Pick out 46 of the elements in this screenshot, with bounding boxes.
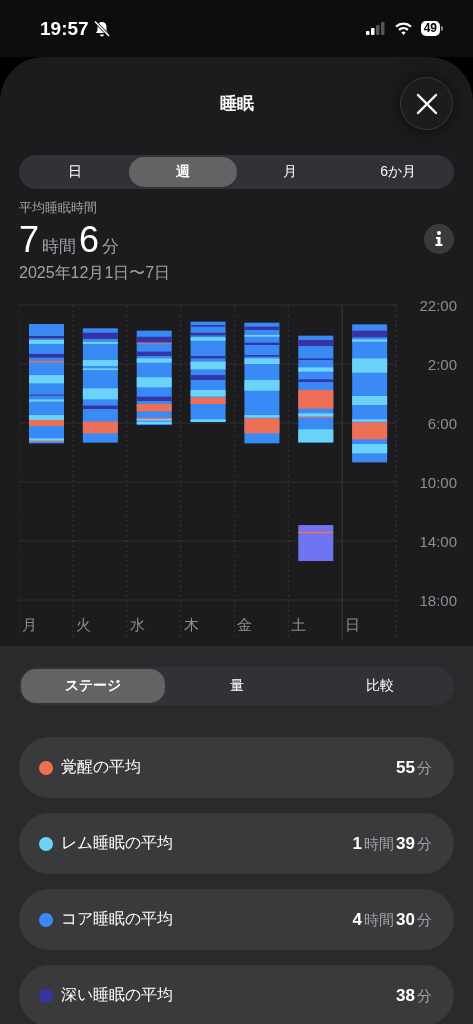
segment-tab[interactable]: 量 [164, 669, 309, 703]
segment-tab[interactable]: 月 [236, 157, 345, 187]
sleep-bar[interactable] [352, 324, 388, 463]
axis-label: 水 [129, 616, 145, 633]
segment-tab[interactable]: 週 [128, 157, 237, 187]
sleep-bar[interactable] [298, 525, 334, 562]
battery-icon: 49 [420, 21, 443, 36]
axis-label: 火 [75, 616, 91, 633]
sleep-bar[interactable] [136, 330, 172, 426]
axis-label: 18:00 [419, 592, 457, 609]
sheet-title: 睡眠 [219, 92, 254, 115]
close-icon [415, 92, 438, 115]
axis-label: 22:00 [419, 297, 457, 314]
axis-label: 金 [237, 616, 253, 633]
stage-value: 38分 [396, 985, 432, 1006]
axis-label: 10:00 [419, 474, 457, 491]
signal-icon [365, 22, 386, 35]
segment-tab[interactable]: 日 [21, 157, 129, 187]
stage-value: 1時間39分 [352, 833, 432, 854]
axis-label: 日 [345, 616, 361, 633]
axis-label: 14:00 [419, 533, 457, 550]
axis-label: 土 [291, 616, 307, 633]
stage-label: 覚醒の平均 [61, 757, 142, 777]
summary-label: 平均睡眠時間 [19, 199, 98, 217]
bell-slash-icon [92, 19, 111, 38]
sleep-bar[interactable] [298, 335, 334, 443]
stage-value: 55分 [396, 757, 432, 778]
stage-label: コア睡眠の平均 [61, 909, 174, 929]
segment-tab[interactable]: 6か月 [344, 157, 452, 187]
stage-label: レム睡眠の平均 [61, 833, 174, 853]
axis-label: 2:00 [427, 356, 457, 373]
sleep-bar[interactable] [82, 328, 118, 443]
sleep-bar[interactable] [190, 321, 226, 422]
sleep-bar[interactable] [244, 322, 280, 444]
stage-value: 4時間30分 [352, 909, 432, 930]
segment-tab[interactable]: ステージ [21, 669, 165, 703]
axis-label: 木 [183, 616, 199, 633]
stage-label: 深い睡眠の平均 [61, 985, 174, 1005]
segment-tab[interactable]: 比較 [308, 669, 452, 703]
wifi-icon [393, 21, 413, 36]
clock: 19:57 [40, 17, 89, 40]
axis-label: 月 [22, 616, 37, 633]
close-button[interactable] [400, 77, 453, 130]
axis-label: 6:00 [427, 415, 457, 432]
date-range: 2025年12月1日〜7日 [19, 263, 172, 283]
sleep-bar[interactable] [29, 324, 64, 444]
